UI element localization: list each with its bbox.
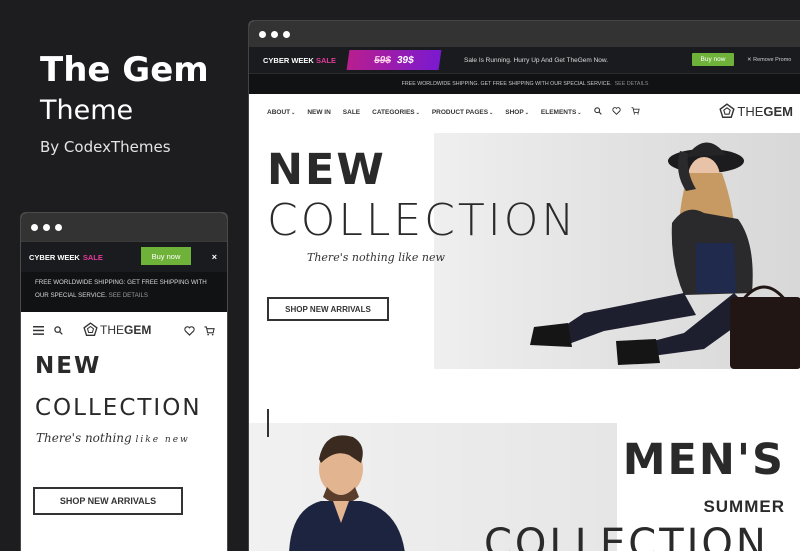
mens-heading: MEN'S [622, 435, 785, 485]
mobile-shipping-line1: FREE WORLDWIDE SHIPPING: GET FREE SHIPPI… [35, 279, 207, 286]
mobile-window: CYBER WEEK SALE Buy now × FREE WORLDWIDE… [20, 212, 228, 551]
thegem-logo[interactable]: THE GEM [83, 322, 151, 337]
mobile-see-details-link[interactable]: SEE DETAILS [109, 292, 148, 299]
pentagon-logo-icon [83, 322, 98, 337]
window-dot-icon [283, 30, 290, 38]
window-dot-icon [271, 30, 278, 38]
nav-item-elements[interactable]: ELEMENTS⌄ [541, 109, 582, 116]
window-dot-icon [259, 30, 266, 38]
hero-heading-new: NEW [267, 145, 386, 195]
nav-item-shop[interactable]: SHOP⌄ [505, 109, 529, 116]
mobile-shipping-line2: OUR SPECIAL SERVICE. SEE DETAILS [35, 292, 149, 299]
old-price: 59$ [373, 54, 392, 66]
mobile-hero-new: NEW [35, 353, 102, 379]
buy-now-button[interactable]: Buy now [692, 53, 734, 66]
heart-icon[interactable] [184, 325, 195, 339]
close-icon[interactable]: × [212, 252, 217, 262]
mens-section: MEN'S SUMMER COLLECTION [249, 393, 800, 551]
cart-icon[interactable] [204, 325, 215, 339]
promo-cyber-week: CYBER WEEK SALE [263, 55, 336, 65]
mobile-promo-cyber-week: CYBER WEEK [29, 252, 80, 262]
shop-new-arrivals-button[interactable]: SHOP NEW ARRIVALS [267, 297, 389, 321]
brand-title: The Gem [40, 50, 209, 90]
mobile-buy-now-button[interactable]: Buy now [141, 247, 191, 265]
promo-bar: CYBER WEEK SALE 59$ 39$ Sale Is Running.… [249, 47, 800, 73]
mobile-promo-sale: SALE [82, 252, 103, 262]
cart-icon[interactable] [631, 107, 640, 117]
promo-price: 59$ 39$ [346, 50, 442, 70]
mobile-titlebar [21, 213, 227, 241]
mobile-hero-collection: COLLECTION [35, 395, 202, 421]
nav-item-categories[interactable]: CATEGORIES⌄ [372, 109, 420, 116]
window-dot-icon [55, 223, 62, 231]
hamburger-menu-icon[interactable] [33, 326, 44, 338]
shipping-bar: FREE WORLDWIDE SHIPPING. GET FREE SHIPPI… [249, 73, 800, 94]
hero-section: NEW COLLECTION There's nothing like new … [249, 133, 800, 369]
mens-collection-heading: COLLECTION [484, 521, 769, 551]
search-icon[interactable] [54, 326, 63, 338]
desktop-titlebar [249, 21, 800, 47]
nav-item-product-pages[interactable]: PRODUCT PAGES⌄ [432, 109, 493, 116]
decorative-divider [267, 409, 269, 437]
mobile-hero-tagline: There's nothing like new [36, 431, 190, 445]
brand-byline: By CodexThemes [40, 138, 171, 156]
shipping-text: FREE WORLDWIDE SHIPPING. GET FREE SHIPPI… [401, 81, 612, 87]
thegem-logo[interactable]: THE GEM [719, 103, 793, 119]
pentagon-logo-icon [719, 103, 736, 118]
search-icon[interactable] [593, 107, 602, 117]
summer-heading: SUMMER [703, 497, 785, 516]
mobile-shop-new-arrivals-button[interactable]: SHOP NEW ARRIVALS [33, 487, 183, 515]
new-price: 39$ [396, 54, 415, 66]
brand-subtitle: Theme [40, 95, 134, 126]
mobile-shipping-bar: FREE WORLDWIDE SHIPPING: GET FREE SHIPPI… [21, 272, 227, 312]
window-dot-icon [31, 223, 38, 231]
window-dot-icon [43, 223, 50, 231]
heart-icon[interactable] [611, 107, 621, 117]
nav-item-new-in[interactable]: NEW IN [307, 109, 330, 116]
desktop-window: CYBER WEEK SALE 59$ 39$ Sale Is Running.… [248, 20, 800, 551]
nav-item-sale[interactable]: SALE [343, 109, 360, 116]
remove-promo-button[interactable]: ✕ Remove Promo [747, 57, 791, 63]
hero-model-photo [434, 133, 800, 369]
mobile-promo-bar: CYBER WEEK SALE Buy now × [21, 241, 227, 272]
promo-message: Sale Is Running. Hurry Up And Get TheGem… [464, 56, 609, 64]
mobile-nav: THE GEM [21, 312, 227, 352]
hero-tagline: There's nothing like new [307, 251, 445, 264]
main-nav: ABOUT⌄ NEW IN SALE CATEGORIES⌄ PRODUCT P… [249, 94, 800, 130]
see-details-link[interactable]: SEE DETAILS [615, 81, 649, 87]
hero-heading-collection: COLLECTION [267, 195, 578, 246]
nav-item-about[interactable]: ABOUT⌄ [267, 109, 295, 116]
